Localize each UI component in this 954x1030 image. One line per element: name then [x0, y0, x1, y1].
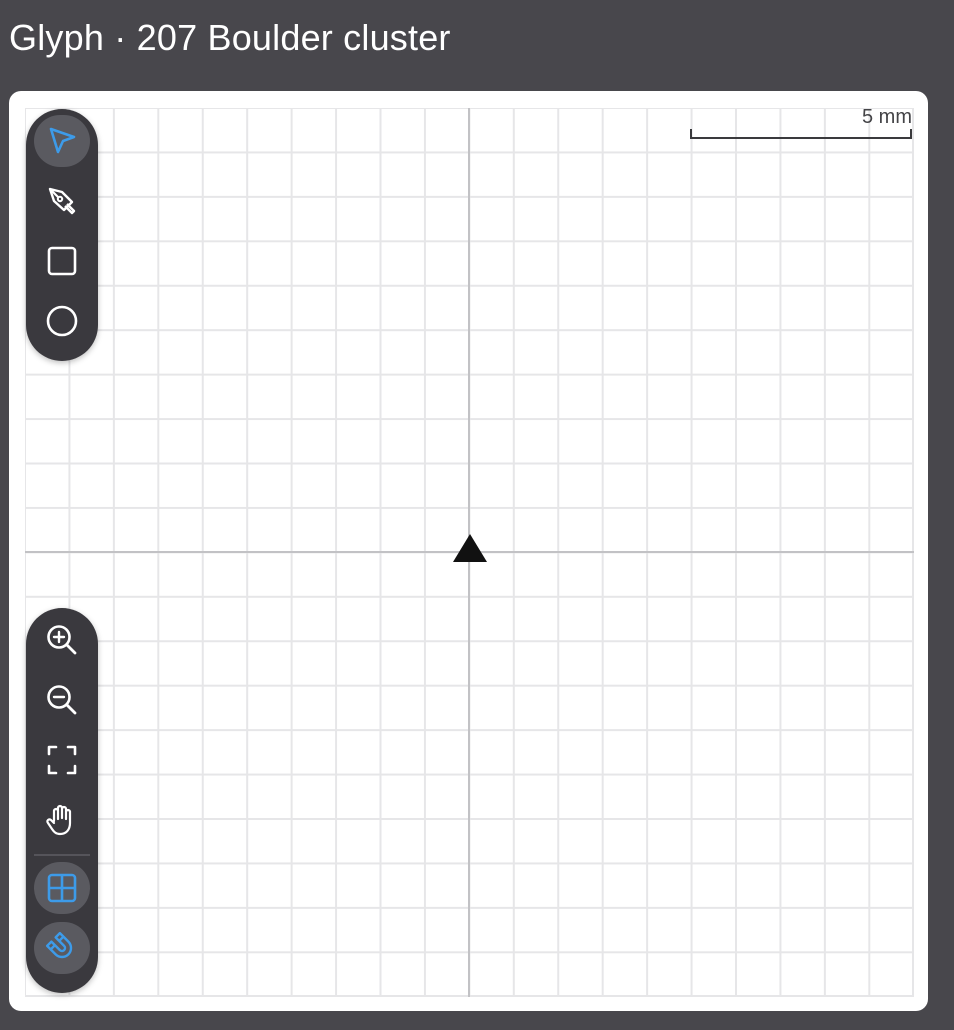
- fullscreen-icon: [47, 745, 77, 775]
- view-toolbar: [26, 608, 98, 993]
- grid-icon: [47, 873, 77, 903]
- zoom-out-icon: [47, 685, 77, 715]
- circle-icon: [46, 305, 78, 337]
- scale-label: 5 mm: [862, 106, 912, 128]
- scale-bar: 5 mm: [690, 105, 912, 141]
- zoom-in-button[interactable]: [34, 614, 90, 666]
- origin-marker[interactable]: [452, 532, 488, 564]
- ellipse-tool-button[interactable]: [34, 295, 90, 347]
- toolbar-divider: [34, 854, 90, 856]
- tools-toolbar: [26, 109, 98, 361]
- hand-icon: [46, 804, 72, 836]
- fit-to-screen-button[interactable]: [34, 734, 90, 786]
- zoom-in-icon: [47, 625, 77, 655]
- snap-toggle-button[interactable]: [34, 922, 90, 974]
- pan-tool-button[interactable]: [34, 794, 90, 846]
- pen-tool-button[interactable]: [34, 175, 90, 227]
- app-title: Glyph · 207 Boulder cluster: [9, 17, 451, 58]
- grid-toggle-button[interactable]: [34, 862, 90, 914]
- drawing-canvas[interactable]: [25, 108, 914, 997]
- select-tool-button[interactable]: [34, 115, 90, 167]
- canvas-card: 5 mm: [9, 91, 928, 1011]
- zoom-out-button[interactable]: [34, 674, 90, 726]
- rectangle-tool-button[interactable]: [34, 235, 90, 287]
- square-icon: [47, 246, 77, 276]
- cursor-arrow-icon: [49, 127, 76, 154]
- scale-ruler: [690, 129, 912, 139]
- pen-nib-icon: [48, 187, 76, 215]
- magnet-icon: [45, 931, 73, 959]
